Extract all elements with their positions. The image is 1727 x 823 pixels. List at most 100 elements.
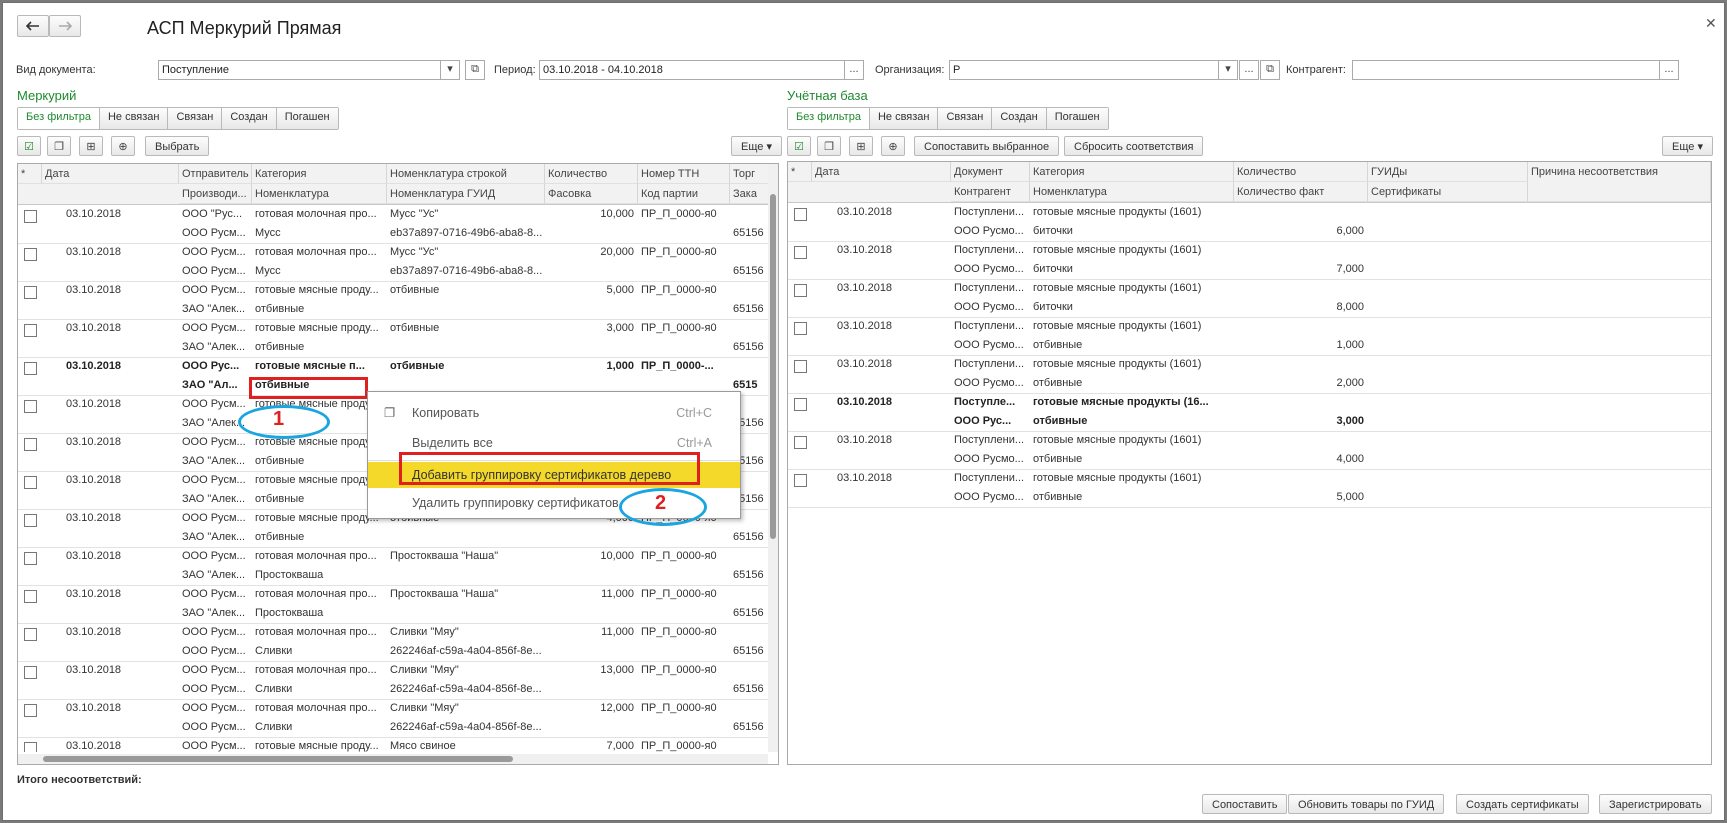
mercury-row[interactable]: 03.10.2018 ООО "Рус... готовая молочная пр…	[18, 205, 768, 244]
period-select-button[interactable]: ...	[844, 60, 864, 80]
right-more-button[interactable]: Еще ▾	[1662, 136, 1713, 156]
left-horizontal-scrollbar[interactable]	[18, 754, 768, 764]
close-icon[interactable]: ✕	[1705, 15, 1717, 32]
left-tab-created[interactable]: Создан	[222, 108, 277, 129]
left-find-button[interactable]: ⊞	[79, 136, 103, 156]
register-button[interactable]: Зарегистрировать	[1599, 794, 1712, 814]
menu-item-copy[interactable]: ❐ Копировать Ctrl+C	[368, 400, 740, 426]
org-field[interactable]: Р	[949, 60, 1219, 80]
org-select-button[interactable]: ...	[1239, 60, 1259, 80]
accounting-row[interactable]: 03.10.2018 Поступлени... готовые мясные пр…	[788, 203, 1711, 242]
left-tab-redeemed[interactable]: Погашен	[276, 108, 338, 129]
accounting-row[interactable]: 03.10.2018 Поступлени... готовые мясные пр…	[788, 317, 1711, 356]
row-checkbox[interactable]	[24, 286, 37, 299]
row-contractor: ООО Русмо...	[954, 453, 1024, 465]
row-checkbox[interactable]	[24, 400, 37, 413]
row-checkbox[interactable]	[24, 248, 37, 261]
right-copy-button[interactable]: ❐	[817, 136, 841, 156]
row-nomenclature: отбивные	[1033, 339, 1083, 351]
left-tab-not-linked[interactable]: Не связан	[99, 108, 169, 129]
mercury-row[interactable]: 03.10.2018 ООО Русм... готовые мясные прод…	[18, 319, 768, 358]
select-button[interactable]: Выбрать	[145, 136, 210, 156]
left-add-button[interactable]: ⊕	[111, 136, 135, 156]
row-checkbox[interactable]	[794, 246, 807, 259]
row-quantity: 12,000	[600, 702, 634, 714]
row-checkbox[interactable]	[24, 438, 37, 451]
row-checkbox[interactable]	[24, 514, 37, 527]
right-find-button[interactable]: ⊞	[849, 136, 873, 156]
row-checkbox[interactable]	[794, 360, 807, 373]
row-nom-guid	[387, 566, 545, 584]
contractor-field[interactable]	[1352, 60, 1660, 80]
accounting-row[interactable]: 03.10.2018 Поступлени... готовые мясные пр…	[788, 355, 1711, 394]
org-open-button[interactable]: ⧉	[1260, 60, 1280, 80]
left-vertical-scrollbar[interactable]	[768, 164, 778, 752]
mercury-row[interactable]: 03.10.2018 ООО Русм... готовая молочная пр…	[18, 585, 768, 624]
doc-type-dropdown-button[interactable]: ▾	[440, 60, 460, 80]
row-checkbox[interactable]	[24, 742, 37, 752]
period-field[interactable]: 03.10.2018 - 04.10.2018	[539, 60, 845, 80]
row-checkbox[interactable]	[24, 476, 37, 489]
row-trade	[730, 737, 768, 752]
right-add-button[interactable]: ⊕	[881, 136, 905, 156]
forward-button[interactable]	[49, 15, 81, 37]
mercury-row[interactable]: 03.10.2018 ООО Русм... готовые мясные прод…	[18, 281, 768, 320]
right-tab-not-linked[interactable]: Не связан	[869, 108, 939, 129]
match-button[interactable]: Сопоставить	[1202, 794, 1288, 814]
right-tab-created[interactable]: Создан	[992, 108, 1047, 129]
left-filter-tabs: Без фильтра Не связан Связан Создан Пога…	[17, 107, 339, 130]
accounting-row[interactable]: 03.10.2018 Поступлени... готовые мясные пр…	[788, 279, 1711, 318]
row-checkbox[interactable]	[794, 398, 807, 411]
accounting-row[interactable]: 03.10.2018 Поступлени... готовые мясные пр…	[788, 431, 1711, 470]
row-checkbox[interactable]	[794, 474, 807, 487]
row-checkbox[interactable]	[24, 666, 37, 679]
create-certificates-button[interactable]: Создать сертификаты	[1456, 794, 1589, 814]
row-checkbox[interactable]	[24, 628, 37, 641]
right-check-all-button[interactable]: ☑	[787, 136, 811, 156]
row-checkbox[interactable]	[24, 210, 37, 223]
row-checkbox[interactable]	[24, 324, 37, 337]
row-checkbox[interactable]	[24, 590, 37, 603]
update-goods-by-guid-button[interactable]: Обновить товары по ГУИД	[1288, 794, 1445, 814]
accounting-row[interactable]: 03.10.2018 Поступлени... готовые мясные пр…	[788, 241, 1711, 280]
left-copy-button[interactable]: ❐	[47, 136, 71, 156]
mercury-row[interactable]: 03.10.2018 ООО Русм... готовая молочная пр…	[18, 661, 768, 700]
right-tab-linked[interactable]: Связан	[938, 108, 993, 129]
row-checkbox[interactable]	[794, 322, 807, 335]
row-checkbox[interactable]	[24, 704, 37, 717]
annotation-cell-highlight	[249, 377, 368, 399]
contractor-select-button[interactable]: ...	[1659, 60, 1679, 80]
left-horizontal-scroll-thumb[interactable]	[43, 756, 513, 762]
doc-type-field[interactable]: Поступление	[158, 60, 441, 80]
left-check-all-button[interactable]: ☑	[17, 136, 41, 156]
row-checkbox[interactable]	[794, 208, 807, 221]
right-tab-no-filter[interactable]: Без фильтра	[788, 108, 870, 129]
row-checkbox[interactable]	[794, 284, 807, 297]
mercury-row[interactable]: 03.10.2018 ООО Русм... готовые мясные прод…	[18, 737, 768, 752]
accounting-row[interactable]: 03.10.2018 Поступлени... готовые мясные пр…	[788, 469, 1711, 508]
row-packing	[545, 528, 638, 546]
left-more-label: Еще	[741, 141, 764, 153]
mercury-row[interactable]: 03.10.2018 ООО Русм... готовая молочная пр…	[18, 623, 768, 662]
mercury-row[interactable]: 03.10.2018 ООО Русм... готовая молочная пр…	[18, 699, 768, 738]
left-tab-no-filter[interactable]: Без фильтра	[18, 108, 100, 129]
mercury-row[interactable]: 03.10.2018 ООО Русм... готовая молочная пр…	[18, 243, 768, 282]
col-quantity-fact: Количество факт	[1234, 182, 1368, 202]
row-checkbox[interactable]	[24, 362, 37, 375]
row-checkbox[interactable]	[794, 436, 807, 449]
row-sender: ООО Русм...	[182, 702, 246, 714]
match-selected-button[interactable]: Сопоставить выбранное	[914, 136, 1060, 156]
reset-matches-button[interactable]: Сбросить соответствия	[1064, 136, 1204, 156]
accounting-row[interactable]: 03.10.2018 Поступле... готовые мясные прод…	[788, 393, 1711, 432]
org-dropdown-button[interactable]: ▾	[1218, 60, 1238, 80]
back-button[interactable]	[17, 15, 49, 37]
right-tab-redeemed[interactable]: Погашен	[1046, 108, 1108, 129]
row-ttn: ПР_П_0000-...	[641, 360, 714, 372]
left-more-button[interactable]: Еще ▾	[731, 136, 782, 156]
row-nom-guid: eb37a897-0716-49b6-aba8-8...	[390, 265, 543, 277]
mercury-row[interactable]: 03.10.2018 ООО Русм... готовая молочная пр…	[18, 547, 768, 586]
left-vertical-scroll-thumb[interactable]	[770, 194, 776, 539]
row-checkbox[interactable]	[24, 552, 37, 565]
left-tab-linked[interactable]: Связан	[168, 108, 223, 129]
doc-type-open-button[interactable]: ⧉	[465, 60, 485, 80]
